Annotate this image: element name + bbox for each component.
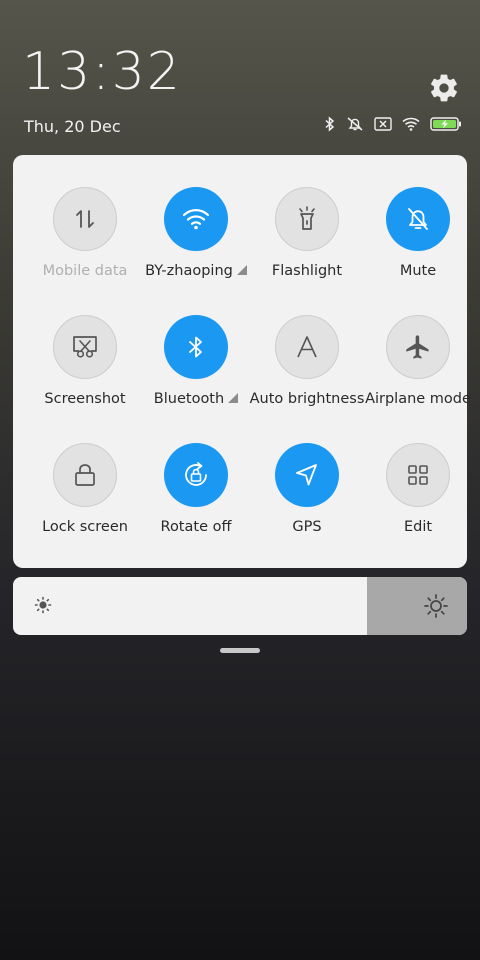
expand-triangle-icon[interactable]: [228, 393, 239, 403]
rotate-button[interactable]: [164, 443, 228, 507]
bluetooth-button[interactable]: [164, 315, 228, 379]
toggle-wifi[interactable]: BY-zhaoping: [137, 187, 255, 297]
grid-icon: [408, 465, 428, 485]
wifi-button[interactable]: [164, 187, 228, 251]
airplane-mode-label: Airplane mode: [365, 391, 471, 407]
sim-off-icon: [374, 117, 392, 131]
quick-settings-panel: Mobile data BY-zhaoping Flashlight Mute …: [13, 155, 471, 568]
mute-button[interactable]: [386, 187, 450, 251]
brightness-high-icon: [424, 594, 448, 618]
lock-screen-button[interactable]: [53, 443, 117, 507]
toggle-gps[interactable]: GPS: [248, 443, 366, 553]
wifi-icon: [402, 117, 420, 131]
auto-brightness-button[interactable]: [275, 315, 339, 379]
mobile-data-icon: [76, 210, 94, 228]
bluetooth-icon: [189, 336, 202, 358]
edit-label: Edit: [403, 519, 433, 535]
system-icons: [324, 116, 462, 132]
flashlight-icon: [299, 206, 315, 230]
lock-icon: [75, 464, 95, 486]
status-header: 13:32 Thu, 20 Dec: [0, 0, 480, 150]
wifi-icon: [182, 209, 210, 230]
clock-time: 13:32: [22, 42, 182, 102]
toggle-auto-brightness[interactable]: Auto brightness: [248, 315, 366, 425]
toggle-airplane-mode[interactable]: Airplane mode: [359, 315, 477, 425]
brightness-slider[interactable]: [13, 577, 467, 635]
toggle-flashlight[interactable]: Flashlight: [248, 187, 366, 297]
brightness-low-icon: [34, 596, 52, 614]
battery-charging-icon: [430, 117, 461, 131]
gps-button[interactable]: [275, 443, 339, 507]
toggle-mute[interactable]: Mute: [359, 187, 477, 297]
location-arrow-icon: [296, 464, 317, 486]
toggle-lock-screen[interactable]: Lock screen: [26, 443, 144, 553]
brightness-track-remaining[interactable]: [367, 577, 467, 635]
auto-brightness-icon: [297, 336, 317, 358]
airplane-icon: [406, 335, 429, 359]
mute-label: Mute: [399, 263, 437, 279]
flashlight-button[interactable]: [275, 187, 339, 251]
toggle-edit[interactable]: Edit: [359, 443, 477, 553]
date-text: Thu, 20 Dec: [24, 117, 121, 136]
drag-handle[interactable]: [220, 648, 260, 653]
rotate-lock-icon: [185, 462, 207, 486]
toggle-screenshot[interactable]: Screenshot: [26, 315, 144, 425]
bluetooth-icon: [325, 116, 335, 132]
edit-button[interactable]: [386, 443, 450, 507]
screenshot-icon: [73, 336, 97, 358]
airplane-button[interactable]: [386, 315, 450, 379]
bell-off-icon: [408, 208, 428, 230]
mobile-data-button[interactable]: [53, 187, 117, 251]
toggle-bluetooth[interactable]: Bluetooth: [137, 315, 255, 425]
mute-icon: [347, 117, 363, 131]
toggle-rotate[interactable]: Rotate off: [137, 443, 255, 553]
settings-gear-icon[interactable]: [428, 72, 460, 104]
toggle-mobile-data[interactable]: Mobile data: [26, 187, 144, 297]
screenshot-button[interactable]: [53, 315, 117, 379]
